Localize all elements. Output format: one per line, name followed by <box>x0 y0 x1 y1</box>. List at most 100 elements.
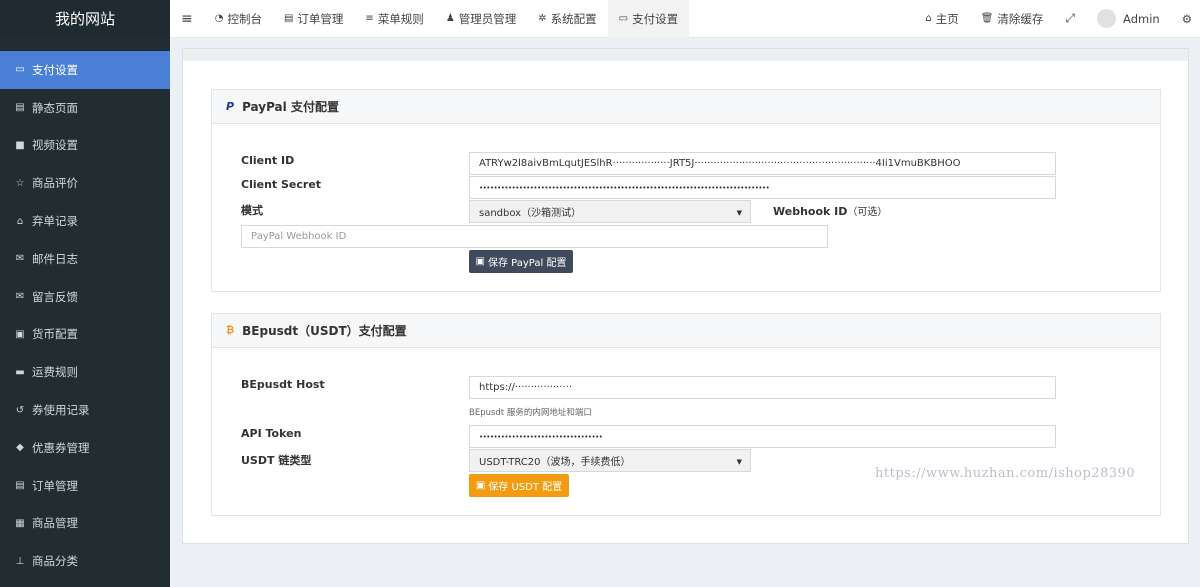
gear-icon: ✲ <box>538 13 547 24</box>
bars-icon: ≡ <box>365 13 374 24</box>
tab-orders[interactable]: ▤ 订单管理 <box>273 0 354 38</box>
tab-menu-rules[interactable]: ≡ 菜单规则 <box>354 0 434 38</box>
avatar <box>1097 9 1117 28</box>
client-id-label: Client ID <box>241 154 295 167</box>
webhook-optional: （可选） <box>847 207 888 218</box>
sidebar-item-label: 商品管理 <box>32 516 78 531</box>
chain-label: USDT 链类型 <box>241 454 312 467</box>
sitemap-icon: ⊥ <box>15 555 25 567</box>
sidebar-item[interactable]: ▤ 静态页面 <box>0 89 170 127</box>
paypal-panel: P PayPal 支付配置 Client ID ATRYw2l8aivBmLqu… <box>211 89 1161 292</box>
save-paypal-button[interactable]: ▣ 保存 PayPal 配置 <box>469 250 573 273</box>
credit-card-icon: ▭ <box>15 64 25 76</box>
sidebar-item[interactable]: ✉ 留言反馈 <box>0 278 170 316</box>
credit-card-icon: ▭ <box>618 13 629 24</box>
usdt-panel-title: BEpusdt（USDT）支付配置 <box>242 324 407 338</box>
sidebar-item-label: 优惠券管理 <box>32 440 90 455</box>
caret-down-icon: ▼ <box>736 458 742 466</box>
chain-select[interactable]: USDT-TRC20（波场，手续费低） ▼ <box>469 449 751 472</box>
sidebar-item-label: 运费规则 <box>32 365 78 380</box>
client-secret-input[interactable]: ••••••••••••••••••••••••••••••••••••••••… <box>469 176 1056 199</box>
sidebar-item-label: 邮件日志 <box>32 251 78 266</box>
menu-toggle-icon[interactable]: ≡ <box>170 0 204 38</box>
mail-icon: ✉ <box>15 253 25 265</box>
bitcoin-icon: ₿ <box>226 325 235 336</box>
webhook-input[interactable]: PayPal Webhook ID <box>241 225 828 248</box>
tag-icon: ◆ <box>16 442 24 454</box>
tab-system[interactable]: ✲ 系统配置 <box>527 0 607 38</box>
sidebar-item[interactable]: ⊥ 商品分类 <box>0 542 170 580</box>
mode-select[interactable]: sandbox（沙箱测试） ▼ <box>469 200 751 223</box>
list-icon: ▤ <box>15 480 25 492</box>
client-id-input[interactable]: ATRYw2l8aivBmLqutJESlhR·················… <box>469 152 1056 175</box>
tab-label: 订单管理 <box>297 11 344 26</box>
usdt-panel: ₿ BEpusdt（USDT）支付配置 BEpusdt Host https:/… <box>211 313 1161 516</box>
sidebar-item[interactable]: ↺ 券使用记录 <box>0 391 170 429</box>
mode-select-value: sandbox（沙箱测试） <box>479 208 582 219</box>
settings-gear-icon[interactable]: ⚙ <box>1171 0 1200 38</box>
paypal-panel-title: PayPal 支付配置 <box>242 100 339 114</box>
host-help-text: BEpusdt 服务的内网地址和端口 <box>469 408 592 418</box>
tab-admins[interactable]: ♟ 管理员管理 <box>435 0 527 38</box>
video-icon: ■ <box>15 139 25 151</box>
sidebar-item-label: 订单管理 <box>32 478 78 493</box>
dashboard-icon: ◔ <box>214 13 224 24</box>
fullscreen-icon[interactable]: ⤢ <box>1054 0 1086 38</box>
file-icon: ▤ <box>15 102 25 114</box>
sidebar-item[interactable]: ✉ 邮件日志 <box>0 240 170 278</box>
topbar-right: ⌂ 主页 🗑 清除缓存 ⤢ Admin ⚙ <box>914 0 1200 38</box>
sidebar-item-label: 留言反馈 <box>32 289 78 304</box>
sidebar-item[interactable]: ▭ 支付设置 <box>0 51 170 89</box>
save-icon: ▣ <box>475 480 486 491</box>
sidebar-item-label: 静态页面 <box>32 100 78 115</box>
tab-label: 系统配置 <box>550 11 597 26</box>
sidebar-item-label: 货币配置 <box>32 327 78 342</box>
list-icon: ▤ <box>283 13 294 24</box>
user-menu[interactable]: Admin <box>1086 0 1171 38</box>
home-link[interactable]: ⌂ 主页 <box>914 0 969 38</box>
sidebar-item[interactable]: ▤ 订单管理 <box>0 467 170 505</box>
usdt-panel-header: ₿ BEpusdt（USDT）支付配置 <box>212 314 1160 348</box>
user-name: Admin <box>1123 11 1160 26</box>
tab-dashboard[interactable]: ◔ 控制台 <box>204 0 273 38</box>
sidebar-item[interactable]: ▣ 货币配置 <box>0 316 170 354</box>
sidebar-item[interactable]: ▦ 商品管理 <box>0 505 170 543</box>
clear-cache-label: 清除缓存 <box>997 11 1044 26</box>
chain-select-value: USDT-TRC20（波场，手续费低） <box>479 457 631 468</box>
shop-icon: ⌂ <box>16 215 24 227</box>
save-paypal-label: 保存 PayPal 配置 <box>487 258 567 269</box>
sidebar-item-label: 商品评价 <box>32 176 78 191</box>
sidebar-menu: ▭ 支付设置 ▤ 静态页面 ■ 视频设置 ☆ 商品评价 ⌂ 弃单记录 ✉ 邮件日志 ✉ 留言反馈 ▣ 货币配置… <box>0 51 170 580</box>
sidebar-item[interactable]: ▬ 运费规则 <box>0 353 170 391</box>
trash-icon: 🗑 <box>980 13 994 24</box>
sidebar-item[interactable]: ⌂ 弃单记录 <box>0 202 170 240</box>
tab-payment[interactable]: ▭ 支付设置 <box>607 0 690 38</box>
host-input[interactable]: https://·················· <box>469 376 1056 399</box>
topbar-tabs: ◔ 控制台 ▤ 订单管理 ≡ 菜单规则 ♟ 管理员管理 ✲ 系统配置 ▭ 支付设置 <box>204 0 690 38</box>
sidebar-item-label: 弃单记录 <box>32 214 78 229</box>
client-secret-label: Client Secret <box>241 178 322 191</box>
sidebar: 我的网站 ▭ 支付设置 ▤ 静态页面 ■ 视频设置 ☆ 商品评价 ⌂ 弃单记录 ✉ 邮件日志 ✉ 留言反馈… <box>0 0 170 587</box>
api-token-input[interactable]: •••••••••••••••••••••••••••••••••• <box>469 425 1056 448</box>
topbar: ≡ ◔ 控制台 ▤ 订单管理 ≡ 菜单规则 ♟ 管理员管理 ✲ 系统配置 ▭ 支付设置 ⌂ 主页 🗑 清除… <box>170 0 1200 38</box>
history-icon: ↺ <box>15 404 25 416</box>
star-icon: ☆ <box>15 177 25 189</box>
gift-icon: ▦ <box>15 517 25 529</box>
truck-icon: ▬ <box>15 366 25 378</box>
envelope-icon: ✉ <box>15 291 25 303</box>
sidebar-item-label: 视频设置 <box>32 138 78 153</box>
clear-cache-button[interactable]: 🗑 清除缓存 <box>970 0 1055 38</box>
sidebar-item-label: 券使用记录 <box>32 403 90 418</box>
sidebar-item[interactable]: ☆ 商品评价 <box>0 164 170 202</box>
save-usdt-label: 保存 USDT 配置 <box>488 482 563 493</box>
watermark: https://www.huzhan.com/ishop28390 <box>875 466 1136 481</box>
caret-down-icon: ▼ <box>736 209 742 217</box>
site-brand[interactable]: 我的网站 <box>0 0 170 38</box>
money-icon: ▣ <box>15 328 25 340</box>
tab-label: 支付设置 <box>632 11 679 26</box>
save-usdt-button[interactable]: ▣ 保存 USDT 配置 <box>469 474 569 497</box>
tab-label: 菜单规则 <box>377 11 424 26</box>
tab-label: 管理员管理 <box>458 11 517 26</box>
sidebar-item[interactable]: ■ 视频设置 <box>0 127 170 165</box>
sidebar-item[interactable]: ◆ 优惠券管理 <box>0 429 170 467</box>
